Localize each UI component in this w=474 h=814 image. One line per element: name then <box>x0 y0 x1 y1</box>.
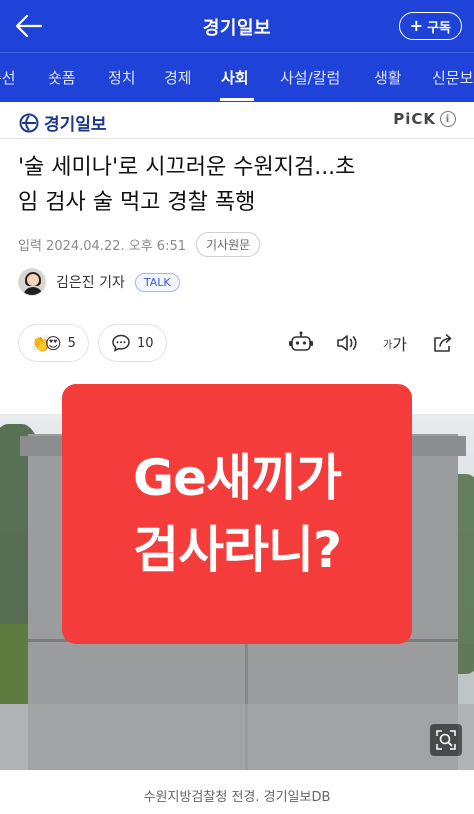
font-small-glyph: 가 <box>383 339 393 351</box>
overlay-text-box: Ge새끼가 검사라니? <box>62 384 412 644</box>
tab-society[interactable]: 사회 <box>221 67 249 88</box>
publisher-name: 경기일보 <box>44 115 107 135</box>
comment-icon <box>112 334 130 352</box>
author-name[interactable]: 김은진 기자 <box>56 272 125 292</box>
tab-newspaper[interactable]: 신문보 <box>432 67 473 88</box>
active-tab-indicator <box>220 98 254 101</box>
publisher-logo-icon <box>19 113 39 132</box>
avatar[interactable] <box>18 268 46 296</box>
plus-icon: + <box>409 16 424 35</box>
overlay-line-1: Ge새끼가 <box>133 449 342 507</box>
comment-count: 10 <box>137 335 154 351</box>
pick-badge[interactable]: PiCK i <box>393 110 456 128</box>
publisher-row: 경기일보 PiCK i <box>18 110 456 135</box>
top-bar: 경기일보 + 구독 <box>0 0 474 52</box>
subscribe-button[interactable]: + 구독 <box>398 12 462 40</box>
original-article-button[interactable]: 기사원문 <box>196 232 261 257</box>
subscribe-label: 구독 <box>427 20 451 36</box>
info-icon[interactable]: i <box>440 111 456 127</box>
pick-label: PiCK <box>393 110 436 128</box>
photo-caption: 수원지방검찰청 전경. 경기일보DB <box>143 790 331 805</box>
author-row: 김은진 기자 TALK <box>18 268 180 296</box>
headline-line-1: '술 세미나'로 시끄러운 수원지검...초 <box>18 155 356 180</box>
divider <box>0 138 474 139</box>
tab-economy[interactable]: 경제 <box>164 67 192 88</box>
clap-emoji-icon: 👏😍 <box>31 333 62 353</box>
talk-button[interactable]: TALK <box>134 272 180 292</box>
tab-politics[interactable]: 정치 <box>108 67 136 88</box>
comment-button[interactable]: 10 <box>98 324 167 362</box>
overlay-line-2: 검사라니? <box>132 521 342 579</box>
font-large-glyph: 가 <box>392 335 407 354</box>
tab-election[interactable]: 총선 <box>0 67 16 88</box>
speaker-icon[interactable] <box>334 330 360 356</box>
robot-summary-icon[interactable] <box>288 330 314 356</box>
tab-editorial[interactable]: 사설/칼럼 <box>280 67 340 88</box>
share-icon[interactable] <box>430 330 456 356</box>
tab-shortform[interactable]: 숏폼 <box>48 67 76 88</box>
article-actions: 👏😍 5 10 가가 <box>18 324 458 364</box>
section-nav: 총선 숏폼 정치 경제 사회 사설/칼럼 생활 신문보 <box>0 52 474 102</box>
reaction-count: 5 <box>67 335 76 351</box>
tab-life[interactable]: 생활 <box>374 67 402 88</box>
publish-date: 입력 2024.04.22. 오후 6:51 <box>18 239 186 254</box>
article-meta: 입력 2024.04.22. 오후 6:51 기사원문 <box>18 232 261 257</box>
reaction-button[interactable]: 👏😍 5 <box>18 324 89 362</box>
article-headline: '술 세미나'로 시끄러운 수원지검...초 임 검사 술 먹고 경찰 폭행 <box>18 150 458 220</box>
headline-line-2: 임 검사 술 먹고 경찰 폭행 <box>18 190 256 215</box>
font-size-icon[interactable]: 가가 <box>382 330 408 356</box>
publisher-logo[interactable]: 경기일보 <box>18 110 107 135</box>
zoom-icon[interactable] <box>430 724 462 756</box>
